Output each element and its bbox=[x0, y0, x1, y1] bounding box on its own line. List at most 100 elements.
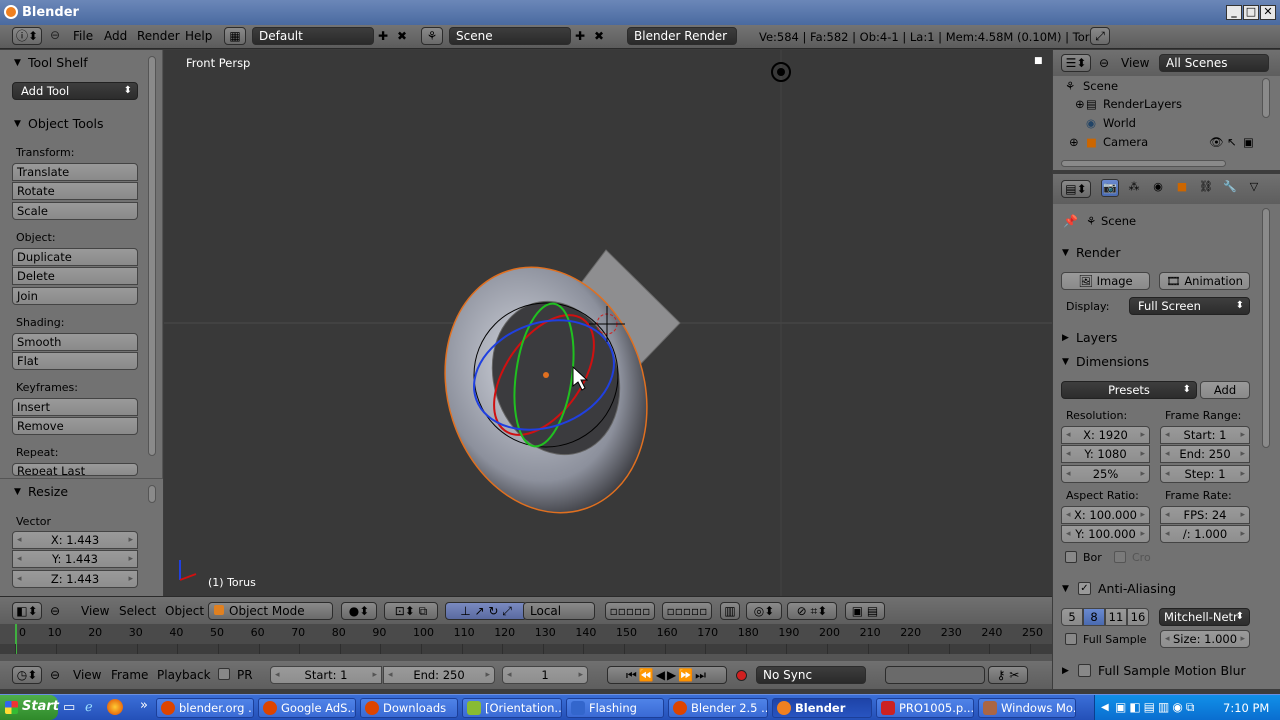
quicklaunch-more-icon[interactable]: » bbox=[140, 698, 148, 713]
layers-panel-header[interactable]: Layers bbox=[1060, 328, 1250, 348]
collapse-menu-icon[interactable]: ⊖ bbox=[1099, 56, 1109, 70]
render-layers-context-icon[interactable]: ⁂ bbox=[1125, 179, 1143, 197]
render-context-icon[interactable]: 📷 bbox=[1101, 179, 1119, 197]
task-google-ads[interactable]: Google AdS... bbox=[258, 698, 356, 718]
sync-mode-select[interactable]: No Sync bbox=[756, 666, 866, 684]
record-icon[interactable] bbox=[736, 670, 747, 681]
keying-icons[interactable]: ⚷ ✂ bbox=[988, 666, 1028, 684]
menu-file[interactable]: File bbox=[73, 29, 93, 43]
aa-samples-11[interactable]: 11 bbox=[1105, 608, 1127, 626]
world-context-icon[interactable]: ◉ bbox=[1149, 179, 1167, 197]
collapse-menu-icon[interactable]: ⊖ bbox=[50, 668, 60, 682]
translate-button[interactable]: Translate bbox=[12, 163, 138, 181]
visibility-eye-icon[interactable]: 👁 bbox=[1209, 135, 1224, 149]
frame-end-field[interactable]: End: 250 bbox=[1160, 445, 1250, 463]
menu-frame[interactable]: Frame bbox=[111, 668, 148, 682]
outliner[interactable]: ⚘ Scene ⊕ ▤ RenderLayers ◉ World ⊕ ■ Cam… bbox=[1053, 76, 1280, 170]
scene-field[interactable]: Scene bbox=[449, 27, 571, 45]
border-checkbox[interactable] bbox=[1065, 551, 1077, 563]
anti-aliasing-checkbox[interactable]: ✓ bbox=[1078, 582, 1091, 595]
resolution-y-field[interactable]: Y: 1080 bbox=[1061, 445, 1150, 463]
outliner-item-renderlayers[interactable]: RenderLayers bbox=[1103, 97, 1182, 111]
render-opengl-icons[interactable]: ▣ ▤ bbox=[845, 602, 885, 620]
proportional-edit-icon[interactable]: ◎⬍ bbox=[746, 602, 782, 620]
flat-button[interactable]: Flat bbox=[12, 352, 138, 370]
frame-start-field[interactable]: Start: 1 bbox=[1160, 426, 1250, 444]
task-windows-movie[interactable]: Windows Mo... bbox=[978, 698, 1076, 718]
tool-shelf-header[interactable]: Tool Shelf bbox=[10, 52, 88, 74]
menu-object[interactable]: Object bbox=[165, 604, 204, 618]
task-pro1005[interactable]: PRO1005.p... bbox=[876, 698, 974, 718]
snap-icons[interactable]: ⊘ ⌗⬍ bbox=[787, 602, 837, 620]
outliner-item-world[interactable]: World bbox=[1103, 116, 1136, 130]
collapse-menu-icon[interactable]: ⊖ bbox=[50, 604, 60, 618]
scene-icon[interactable]: ⚘ bbox=[421, 27, 443, 45]
object-context-icon[interactable]: ■ bbox=[1173, 179, 1191, 197]
screen-layout-icon[interactable]: ▦ bbox=[224, 27, 246, 45]
aa-samples-16[interactable]: 16 bbox=[1127, 608, 1149, 626]
rotate-button[interactable]: Rotate bbox=[12, 182, 138, 200]
outliner-hscrollbar[interactable] bbox=[1061, 160, 1226, 167]
aa-size-field[interactable]: Size: 1.000 bbox=[1160, 630, 1250, 648]
render-image-button[interactable]: 🖼 Image bbox=[1061, 272, 1150, 290]
fps-field[interactable]: FPS: 24 bbox=[1160, 506, 1250, 524]
outliner-item-scene[interactable]: Scene bbox=[1083, 79, 1118, 93]
lock-layers-icon[interactable]: ▥ bbox=[720, 602, 740, 620]
crop-checkbox[interactable] bbox=[1114, 551, 1126, 563]
end-frame-field[interactable]: End: 250 bbox=[383, 666, 495, 684]
task-orientation[interactable]: [Orientation... bbox=[462, 698, 562, 718]
menu-view[interactable]: View bbox=[1121, 56, 1149, 70]
vector-x-field[interactable]: X: 1.443 bbox=[12, 531, 138, 549]
maximize-button[interactable]: □ bbox=[1243, 5, 1259, 20]
renderability-icon[interactable]: ▣ bbox=[1243, 135, 1254, 149]
anti-aliasing-panel-header[interactable]: ✓ Anti-Aliasing bbox=[1060, 579, 1250, 599]
preview-range-checkbox[interactable] bbox=[218, 668, 230, 680]
remove-screen-icon[interactable]: ✖ bbox=[397, 29, 407, 43]
vector-z-field[interactable]: Z: 1.443 bbox=[12, 570, 138, 588]
start-frame-field[interactable]: Start: 1 bbox=[270, 666, 382, 684]
editor-type-properties-icon[interactable]: ▤⬍ bbox=[1061, 180, 1091, 198]
delete-button[interactable]: Delete bbox=[12, 267, 138, 285]
keying-set-field[interactable] bbox=[885, 666, 985, 684]
timeline-scrollbar[interactable] bbox=[0, 654, 1052, 661]
pin-icon[interactable]: 📌 bbox=[1063, 214, 1078, 228]
frame-step-field[interactable]: Step: 1 bbox=[1160, 465, 1250, 483]
outliner-item-camera[interactable]: Camera bbox=[1103, 135, 1148, 149]
resolution-x-field[interactable]: X: 1920 bbox=[1061, 426, 1150, 444]
pivot-point-icon[interactable]: ⊡⬍ ⧉ bbox=[384, 602, 438, 620]
menu-view[interactable]: View bbox=[73, 668, 101, 682]
editor-type-info-icon[interactable]: ⓘ⬍ bbox=[12, 27, 42, 45]
current-frame-field[interactable]: 1 bbox=[502, 666, 588, 684]
manipulator-icons[interactable]: ⊥ ↗ ↻ ⤢ bbox=[445, 602, 527, 620]
add-screen-icon[interactable]: ✚ bbox=[378, 29, 388, 43]
selectability-icon[interactable]: ↖ bbox=[1227, 135, 1237, 149]
show-desktop-icon[interactable]: ▭ bbox=[63, 700, 75, 715]
object-tools-header[interactable]: Object Tools bbox=[10, 113, 103, 135]
render-engine-select[interactable]: Blender Render bbox=[627, 27, 737, 45]
tool-shelf-scrollbar[interactable] bbox=[148, 56, 156, 456]
menu-playback[interactable]: Playback bbox=[157, 668, 211, 682]
layers-grid-right[interactable]: ▫▫▫▫▫ bbox=[662, 602, 712, 620]
outliner-display-select[interactable]: All Scenes bbox=[1159, 54, 1269, 72]
fullscreen-icon[interactable]: ⤢ bbox=[1090, 27, 1110, 45]
scale-button[interactable]: Scale bbox=[12, 202, 138, 220]
mode-select[interactable]: Object Mode bbox=[208, 602, 333, 620]
editor-type-3d-icon[interactable]: ◧⬍ bbox=[12, 602, 42, 620]
timeline-ruler[interactable] bbox=[0, 624, 1052, 644]
shading-mode-icon[interactable]: ●⬍ bbox=[341, 602, 377, 620]
display-select[interactable]: Full Screen bbox=[1129, 297, 1250, 315]
data-context-icon[interactable]: ▽ bbox=[1245, 179, 1263, 197]
ie-icon[interactable]: ℯ bbox=[85, 700, 93, 715]
render-panel-header[interactable]: Render bbox=[1060, 243, 1250, 263]
smooth-button[interactable]: Smooth bbox=[12, 333, 138, 351]
3d-viewport[interactable]: Front Persp ■ (1) Torus bbox=[164, 50, 1052, 596]
expand-icon[interactable]: ⊕ bbox=[1069, 135, 1079, 149]
properties-scrollbar[interactable] bbox=[1262, 208, 1270, 448]
aspect-x-field[interactable]: X: 100.000 bbox=[1061, 506, 1150, 524]
menu-select[interactable]: Select bbox=[119, 604, 156, 618]
expand-icon[interactable]: ⊕ bbox=[1075, 97, 1085, 111]
render-animation-button[interactable]: 🎞 Animation bbox=[1159, 272, 1250, 290]
tray-icons[interactable]: ▣◧▤▥◉⧉ bbox=[1115, 700, 1197, 715]
tray-collapse-icon[interactable]: ◀ bbox=[1101, 702, 1109, 713]
dimensions-panel-header[interactable]: Dimensions bbox=[1060, 352, 1250, 372]
